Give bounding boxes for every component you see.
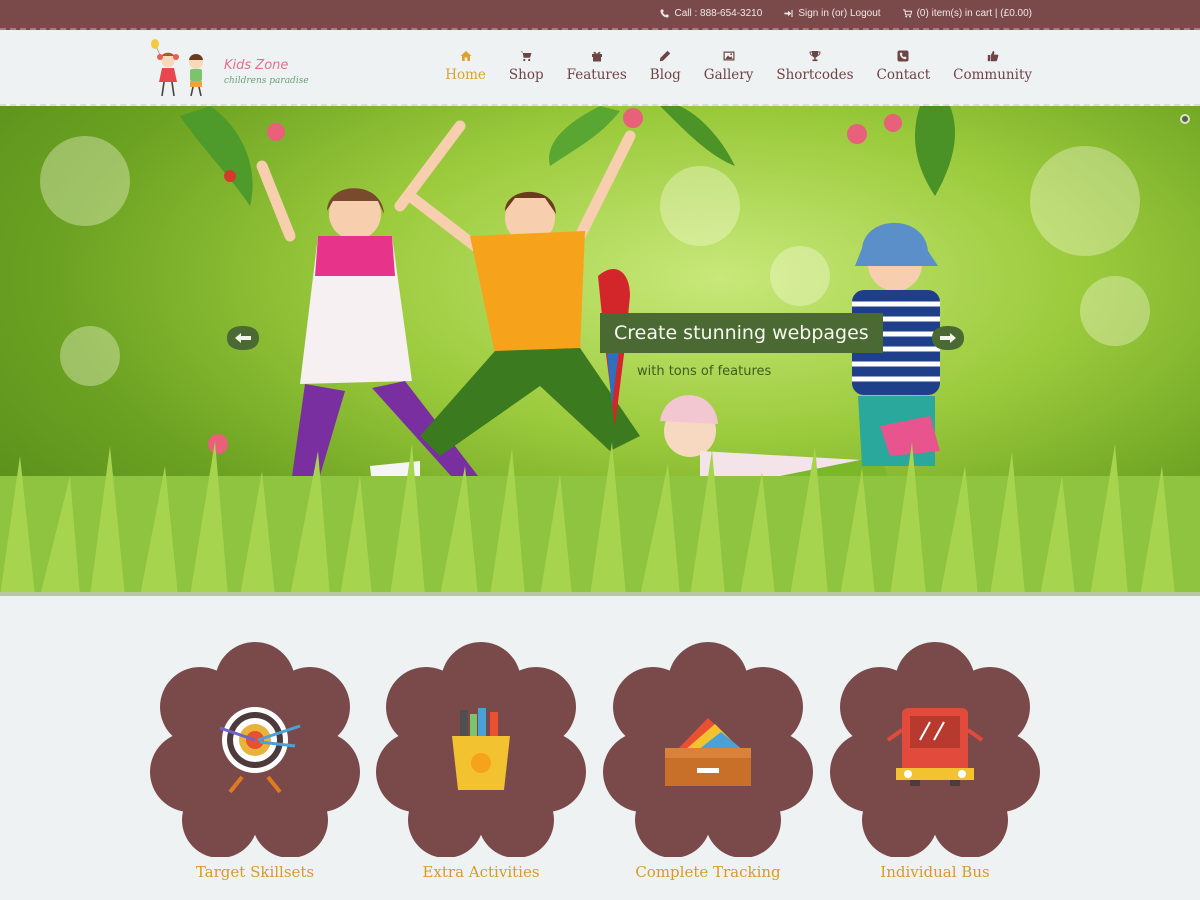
logo-tagline: childrens paradise: [224, 76, 309, 86]
flower-badge: [603, 642, 813, 857]
feature-title: Target Skillsets: [195, 863, 315, 881]
flower-badge: [830, 642, 1040, 857]
nav-home[interactable]: Home: [445, 50, 486, 83]
kids-logo-icon: [151, 39, 203, 97]
image-icon: [723, 51, 735, 61]
hero-slider[interactable]: Create stunning webpages with tons of fe…: [0, 106, 1200, 596]
feature-target-skillsets[interactable]: Target Skillsets: [150, 642, 360, 887]
feature-individual-bus[interactable]: Individual Bus: [830, 642, 1040, 887]
call-info[interactable]: Call : 888-654-3210: [660, 8, 762, 19]
feature-extra-activities[interactable]: Extra Activities: [376, 642, 586, 887]
sign-in-text: Sign in (or) Logout: [798, 8, 881, 19]
cart-icon: [902, 9, 912, 18]
nav-blog-label: Blog: [649, 67, 681, 83]
feature-complete-tracking[interactable]: Complete Tracking: [603, 642, 813, 887]
nav-shop-label: Shop: [508, 67, 544, 83]
hero-caption-main: Create stunning webpages: [600, 313, 883, 353]
phone-icon: [897, 50, 909, 62]
sign-in-link[interactable]: Sign in (or) Logout: [784, 8, 881, 19]
nav-contact-label: Contact: [876, 67, 931, 83]
feature-title: Individual Bus: [880, 863, 990, 881]
flower-badge: [376, 642, 586, 857]
nav-community-label: Community: [953, 67, 1032, 83]
grass: [0, 441, 1200, 596]
prev-slide-arrow-icon[interactable]: [223, 324, 263, 352]
nav-gallery-label: Gallery: [703, 67, 754, 83]
hero-caption-sub: with tons of features: [637, 364, 772, 379]
main-nav: Home Shop Features Blog Gallery Shortcod…: [445, 50, 1032, 83]
pencil-icon: [660, 50, 671, 62]
nav-shortcodes-label: Shortcodes: [776, 67, 854, 83]
call-text: Call : 888-654-3210: [674, 8, 763, 19]
phone-icon: [660, 9, 670, 18]
cart-icon: [520, 51, 532, 62]
feature-title: Complete Tracking: [635, 863, 781, 881]
nav-features[interactable]: Features: [567, 50, 627, 83]
home-icon: [460, 51, 472, 61]
cart-text: (0) item(s) in cart | (£0.00): [916, 8, 1032, 19]
slider-pager-dot[interactable]: [1180, 114, 1190, 124]
next-slide-arrow-icon[interactable]: [928, 324, 968, 352]
nav-shortcodes[interactable]: Shortcodes: [776, 50, 854, 83]
trophy-icon: [809, 51, 821, 62]
nav-features-label: Features: [566, 67, 627, 83]
nav-community[interactable]: Community: [953, 50, 1032, 83]
bus-icon: [886, 708, 984, 786]
top-bar: Call : 888-654-3210 Sign in (or) Logout …: [0, 0, 1200, 30]
flower-badge: [150, 642, 360, 857]
nav-home-label: Home: [445, 67, 486, 83]
gift-icon: [591, 51, 602, 62]
nav-gallery[interactable]: Gallery: [703, 50, 754, 83]
features-section: Target Skillsets Extra Activities Comple…: [0, 596, 1200, 900]
thumbs-up-icon: [987, 51, 998, 62]
logo-brand: Kids Zone: [224, 58, 289, 73]
nav-blog[interactable]: Blog: [650, 50, 681, 83]
cart-link[interactable]: (0) item(s) in cart | (£0.00): [902, 8, 1032, 19]
site-logo[interactable]: Kids Zone childrens paradise: [148, 38, 318, 100]
feature-title: Extra Activities: [422, 863, 540, 881]
header: Kids Zone childrens paradise Home Shop F…: [0, 30, 1200, 106]
nav-shop[interactable]: Shop: [509, 50, 544, 83]
sign-in-icon: [784, 9, 793, 18]
nav-contact[interactable]: Contact: [876, 50, 931, 83]
